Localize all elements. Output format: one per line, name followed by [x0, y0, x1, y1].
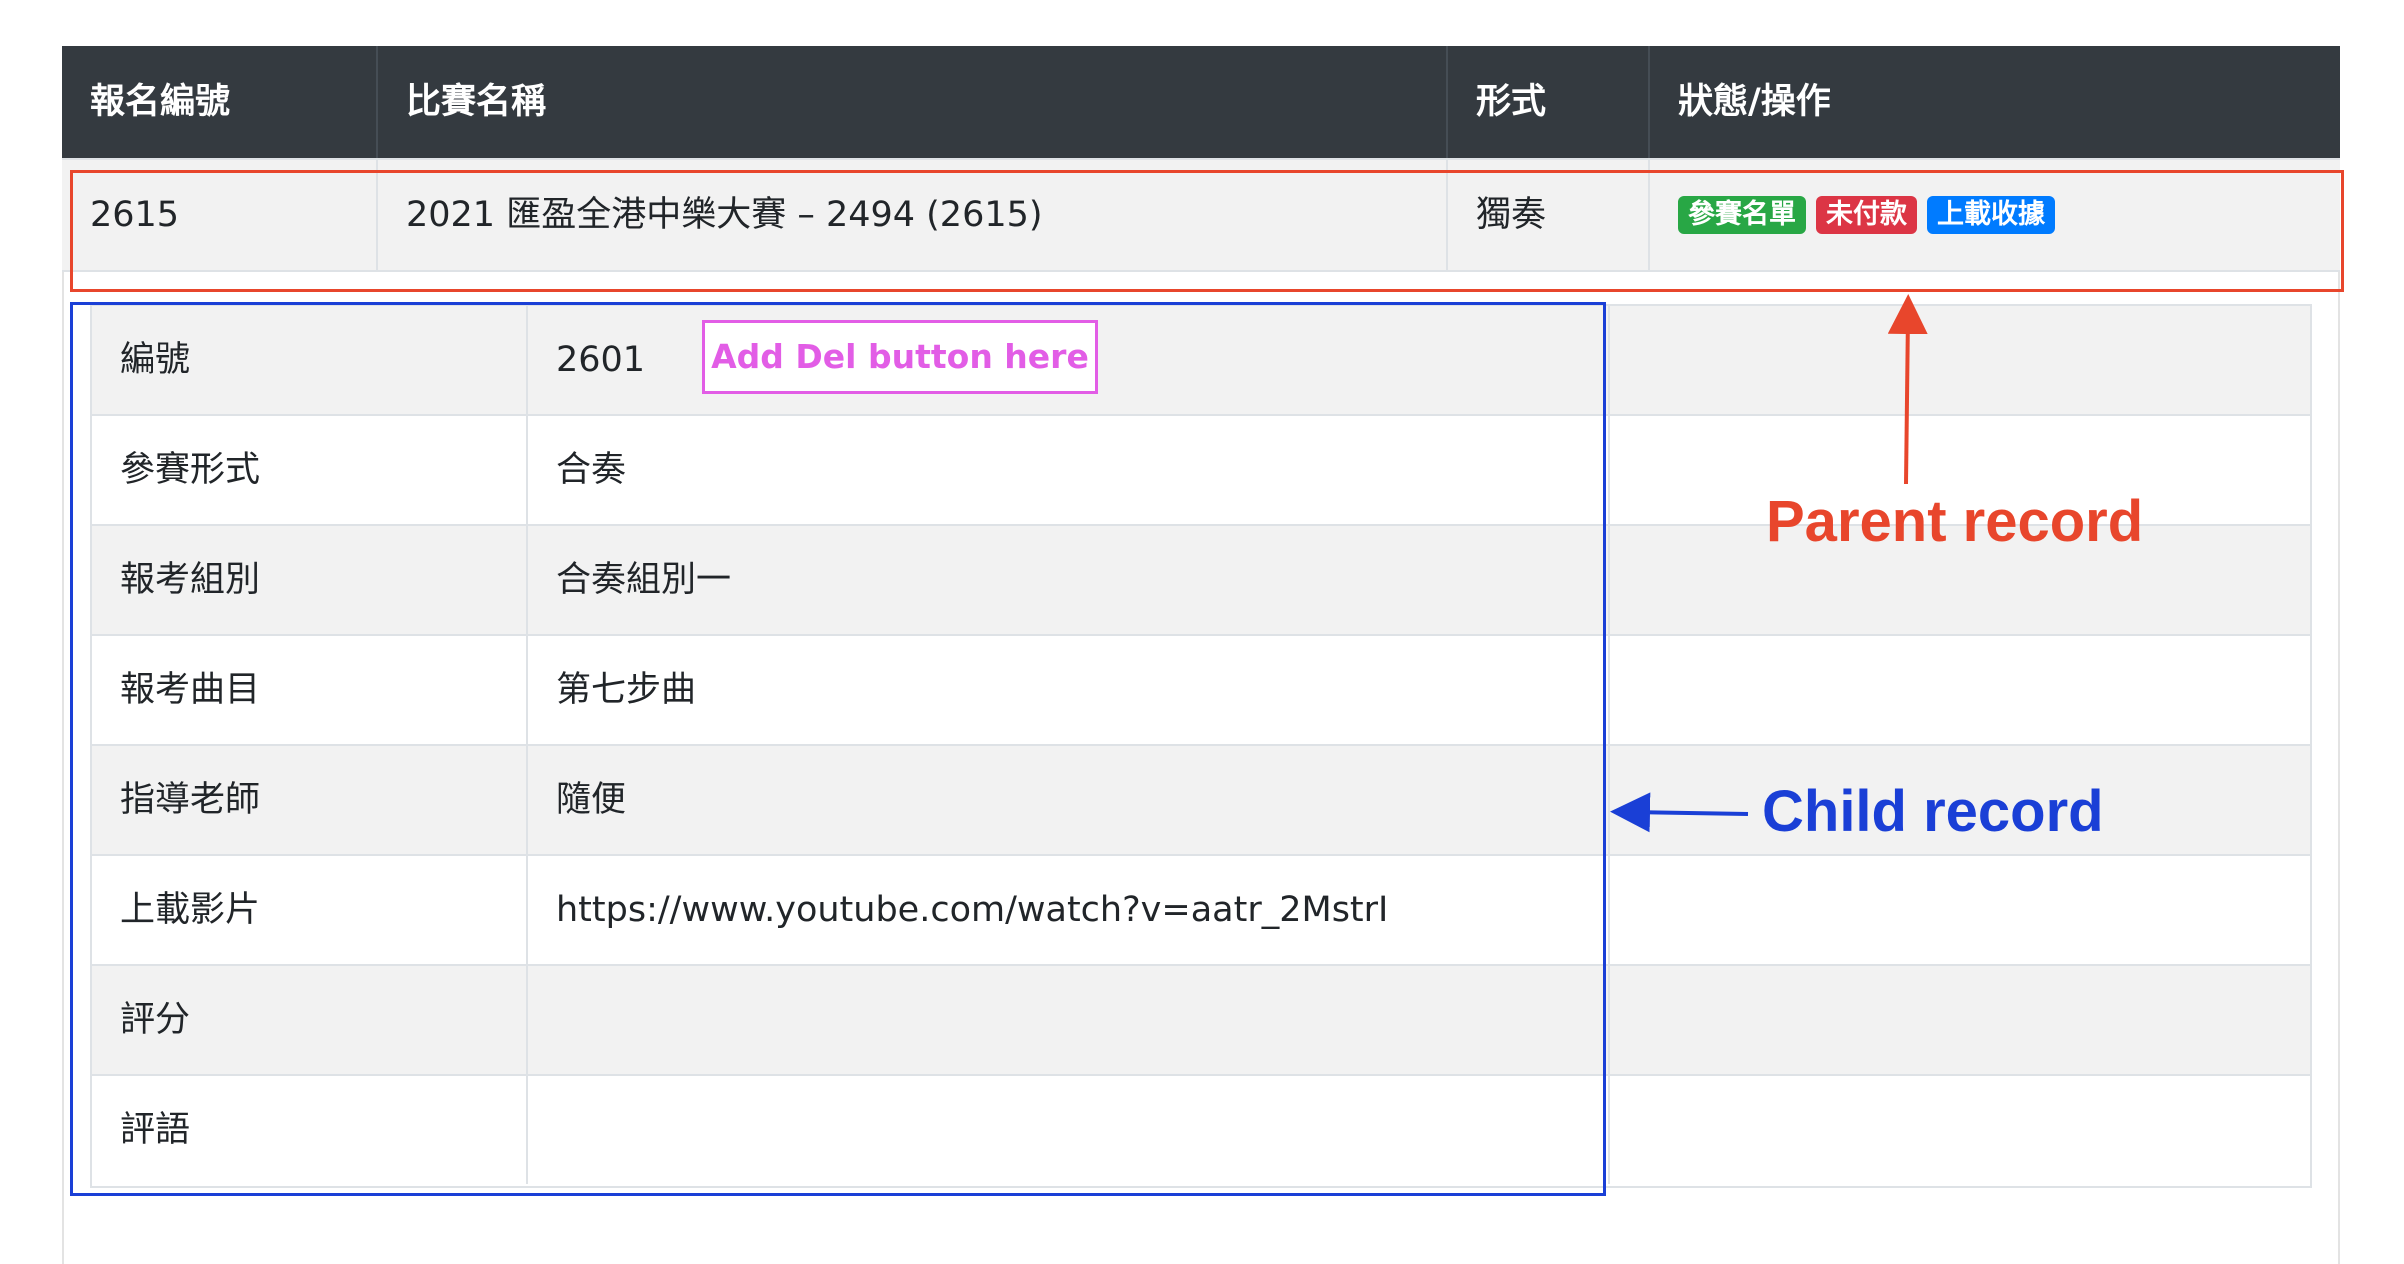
- screenshot-stage: 報名編號 比賽名稱 形式 狀態/操作 2615 2021 匯盈全港中樂大賽 – …: [0, 0, 2404, 1264]
- child-arrow: [1610, 792, 1749, 833]
- parent-record-label: Parent record: [1766, 489, 2144, 554]
- child-record-label: Child record: [1762, 779, 2104, 844]
- parent-arrow: [1887, 294, 1928, 485]
- annotation-arrows: [1610, 294, 1928, 833]
